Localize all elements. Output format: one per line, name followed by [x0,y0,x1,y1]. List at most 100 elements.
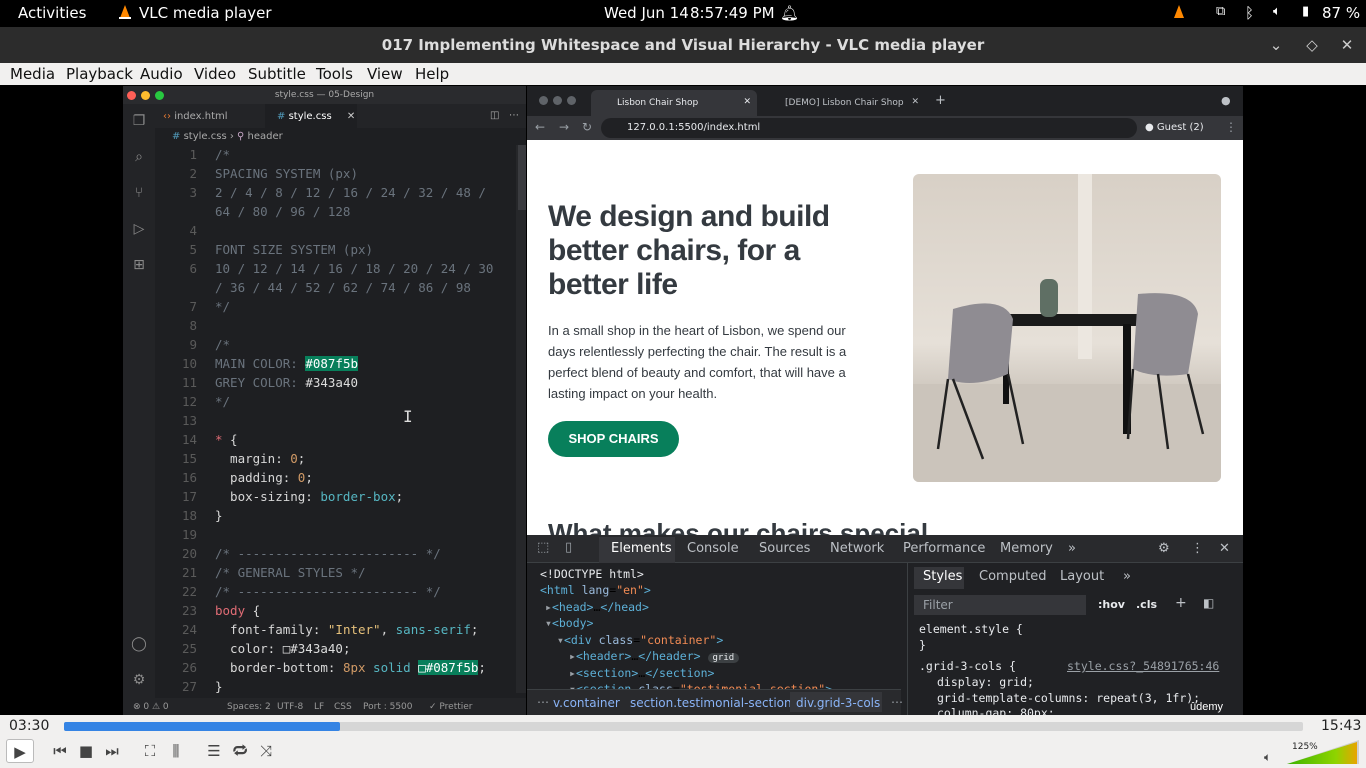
profile-button: ● Guest (2) [1145,122,1204,133]
minimize-icon[interactable]: ⌄ [1266,27,1286,63]
code-line: /* GENERAL STYLES */ [215,565,366,580]
live-server-port: Port : 5500 [363,702,413,712]
line-number: 10 [181,356,197,371]
seek-bar[interactable] [64,722,1303,731]
code-line: box-sizing: border-box; [215,489,404,504]
bell-icon[interactable]: 🔔︎ [780,4,799,22]
previous-button[interactable]: ⏮ [49,739,71,763]
playlist-button[interactable]: ☰ [203,739,225,763]
fullscreen-button[interactable]: ⛶ [139,739,161,763]
line-number: 20 [181,546,197,561]
line-number: 5 [189,242,197,257]
devtools-tabbar: ⬚ ▯ Elements Console Sources Network Per… [527,535,1243,563]
tab-console: Console [687,541,739,556]
extended-settings-button[interactable]: ⫼ [165,739,187,763]
line-number: 26 [181,660,197,675]
volume-slider[interactable] [1287,740,1360,766]
dom-doctype: <!DOCTYPE html> [540,567,644,581]
url-field: 127.0.0.1:5500/index.html [601,118,1137,138]
vscode-statusbar: ⊗ 0 ⚠ 0 Spaces: 2 UTF-8 LF CSS Port : 55… [123,698,526,716]
battery-icon[interactable]: ▮ [1302,4,1309,19]
devtools-settings-icon: ⚙ [1158,541,1170,556]
mac-zoom-icon [155,91,164,100]
next-button[interactable]: ⏭ [101,739,123,763]
code-line: 10 / 12 / 14 / 16 / 18 / 20 / 24 / 30 [215,261,494,276]
elapsed-time: 03:30 [9,718,50,734]
window-titlebar: 017 Implementing Whitespace and Visual H… [0,27,1366,63]
split-editor-icon: ◫ [490,110,500,121]
tab-close-icon: ✕ [743,97,751,107]
source-control-icon: ⑂ [134,185,144,201]
search-icon: ⌕ [135,149,143,165]
inspect-icon: ⬚ [537,540,550,555]
mute-icon[interactable]: 🔈︎ [1264,750,1271,765]
new-rule-icon: + [1175,595,1187,611]
line-number: 9 [189,337,197,352]
menu-audio[interactable]: Audio [140,65,183,83]
dom-head: ▸<head>…</head> [545,600,649,614]
line-number: 21 [181,565,197,580]
vlc-tray-icon[interactable] [1172,4,1186,24]
crumb-grid: div.grid-3-cols [796,696,881,710]
seek-progress [64,722,341,731]
app-menu[interactable]: VLC media player [139,4,272,22]
rule-prop-1: display: grid; [937,675,1034,689]
maximize-icon[interactable]: ◇ [1302,27,1322,63]
code-line: padding: 0; [215,470,313,485]
line-number: 18 [181,508,197,523]
breadcrumb: # style.css › ⚲ header [172,131,283,142]
back-icon: ← [535,120,546,134]
menu-playback[interactable]: Playback [66,65,133,83]
battery-percent: 87 % [1322,4,1361,22]
dom-breadcrumbs: ⋯ v.container section.testimonial-sectio… [527,689,903,716]
shop-chairs-button: SHOP CHAIRS [548,421,679,457]
clock-time[interactable]: 8:57:49 PM [690,4,775,22]
browser-max-dot [567,96,576,105]
menu-video[interactable]: Video [194,65,236,83]
encoding-status: UTF-8 [277,702,304,712]
explorer-icon: ❐ [132,113,146,129]
udemy-watermark: ûdemy [1190,701,1224,713]
more-style-tabs-icon: » [1123,569,1131,584]
language-status: CSS [334,702,352,712]
play-button[interactable]: ▶ [6,739,34,763]
menu-tools[interactable]: Tools [316,65,353,83]
browser-close-dot [539,96,548,105]
browser-tab-demo: [DEMO] Lisbon Chair Shop ✕ [785,97,919,108]
vlc-cone-icon [118,4,132,24]
tab-network: Network [830,541,885,556]
dom-tree: <!DOCTYPE html> <html lang="en"> ▸<head>… [527,563,901,696]
account-icon: ◯ [131,636,147,652]
line-number: 14 [181,432,197,447]
stop-button[interactable]: ■ [75,739,97,763]
styles-pane: Styles Computed Layout » Filter :hov .cl… [907,563,1243,720]
minimap-scrollbar [516,145,526,693]
window-title: 017 Implementing Whitespace and Visual H… [381,36,985,54]
clock-date[interactable]: Wed Jun 14 [604,4,689,22]
device-toggle-icon: ▯ [565,540,573,555]
hov-toggle: :hov [1098,598,1125,611]
menu-view[interactable]: View [367,65,403,83]
code-line: SPACING SYSTEM (px) [215,166,358,181]
menu-subtitle[interactable]: Subtitle [248,65,306,83]
display-icon[interactable]: ⧉ [1216,4,1225,19]
bluetooth-icon[interactable]: ᛒ [1245,4,1254,22]
menu-help[interactable]: Help [415,65,449,83]
code-line: FONT SIZE SYSTEM (px) [215,242,374,257]
code-editor: 1 /* 2 SPACING SYSTEM (px) 3 2 / 4 / 8 / 12 /… [155,145,515,693]
browser-tabs: Lisbon Chair Shop ✕ [DEMO] Lisbon Chair S… [527,86,1243,116]
volume-icon[interactable]: 🔈︎ [1273,4,1281,19]
rule-selector: .grid-3-cols { [919,659,1016,673]
grid-badge: grid [707,653,740,663]
code-line: color: □#343a40; [215,641,351,656]
browser-menu-icon: ● [1221,94,1231,107]
line-number: 3 [189,185,197,200]
line-number: 22 [181,584,197,599]
problems-count: ⊗ 0 ⚠ 0 [133,702,169,712]
dom-container: ▾<div class="container"> [557,633,724,647]
menu-media[interactable]: Media [10,65,55,83]
activities-button[interactable]: Activities [18,4,86,22]
loop-button[interactable]: 🔁︎ [229,739,251,763]
close-icon[interactable]: ✕ [1337,27,1357,63]
shuffle-button[interactable]: ⤨ [255,739,277,763]
